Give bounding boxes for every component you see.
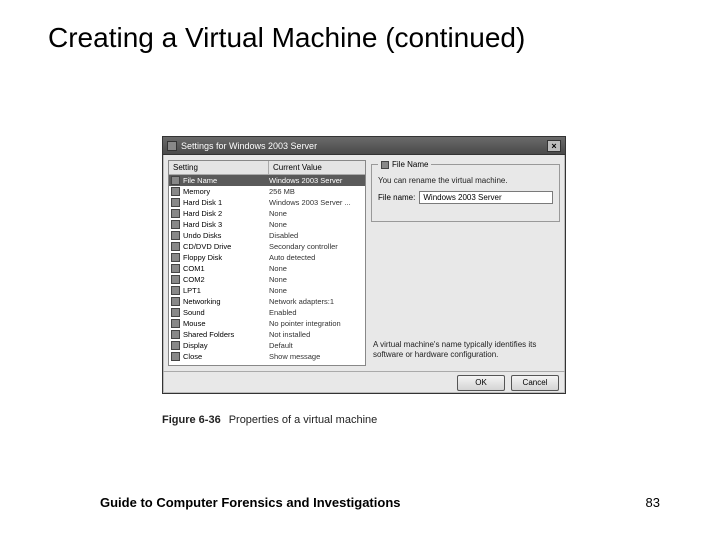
settings-row[interactable]: COM2None <box>169 274 365 285</box>
setting-value: Windows 2003 Server <box>269 175 363 186</box>
settings-row[interactable]: Hard Disk 1Windows 2003 Server ... <box>169 197 365 208</box>
setting-value: 256 MB <box>269 186 363 197</box>
filename-group: File Name You can rename the virtual mac… <box>371 164 560 222</box>
setting-name: Networking <box>183 296 269 307</box>
settings-dialog: Settings for Windows 2003 Server × Setti… <box>162 136 566 394</box>
settings-row[interactable]: SoundEnabled <box>169 307 365 318</box>
setting-name: Floppy Disk <box>183 252 269 263</box>
setting-name: Sound <box>183 307 269 318</box>
settings-row[interactable]: NetworkingNetwork adapters:1 <box>169 296 365 307</box>
cancel-button[interactable]: Cancel <box>511 375 559 391</box>
setting-name: LPT1 <box>183 285 269 296</box>
column-headers: Setting Current Value <box>169 161 365 175</box>
undo-icon <box>171 231 180 240</box>
close-icon <box>171 352 180 361</box>
settings-row[interactable]: LPT1None <box>169 285 365 296</box>
group-title: File Name <box>378 160 431 169</box>
setting-value: Auto detected <box>269 252 363 263</box>
disk-icon <box>171 220 180 229</box>
ok-button[interactable]: OK <box>457 375 505 391</box>
setting-value: None <box>269 263 363 274</box>
setting-name: COM2 <box>183 274 269 285</box>
settings-row[interactable]: Shared FoldersNot installed <box>169 329 365 340</box>
figure-label: Figure 6-36 <box>162 414 221 426</box>
display-icon <box>171 341 180 350</box>
column-setting[interactable]: Setting <box>169 161 269 174</box>
network-icon <box>171 297 180 306</box>
setting-name: Shared Folders <box>183 329 269 340</box>
mouse-icon <box>171 319 180 328</box>
setting-name: Display <box>183 340 269 351</box>
filename-input[interactable]: Windows 2003 Server <box>419 191 553 204</box>
setting-value: Default <box>269 340 363 351</box>
settings-row[interactable]: File NameWindows 2003 Server <box>169 175 365 186</box>
setting-name: Hard Disk 2 <box>183 208 269 219</box>
setting-name: Hard Disk 3 <box>183 219 269 230</box>
setting-value: None <box>269 285 363 296</box>
setting-value: Windows 2003 Server ... <box>269 197 363 208</box>
settings-row[interactable]: Hard Disk 3None <box>169 219 365 230</box>
setting-value: None <box>269 219 363 230</box>
group-description: You can rename the virtual machine. <box>378 176 553 185</box>
settings-row[interactable]: Undo DisksDisabled <box>169 230 365 241</box>
cd-icon <box>171 242 180 251</box>
sound-icon <box>171 308 180 317</box>
dialog-buttons: OK Cancel <box>163 371 565 395</box>
floppy-icon <box>171 253 180 262</box>
settings-row[interactable]: CD/DVD DriveSecondary controller <box>169 241 365 252</box>
setting-name: File Name <box>183 175 269 186</box>
close-button[interactable]: × <box>547 140 561 152</box>
setting-name: Hard Disk 1 <box>183 197 269 208</box>
figure-text: Properties of a virtual machine <box>229 414 378 426</box>
settings-row[interactable]: Memory256 MB <box>169 186 365 197</box>
folder-icon <box>171 330 180 339</box>
group-title-text: File Name <box>392 160 428 169</box>
footer-text: Guide to Computer Forensics and Investig… <box>100 495 401 510</box>
titlebar[interactable]: Settings for Windows 2003 Server × <box>163 137 565 155</box>
window-title: Settings for Windows 2003 Server <box>181 141 547 151</box>
app-icon <box>167 141 177 151</box>
details-panel: File Name You can rename the virtual mac… <box>371 160 560 366</box>
setting-value: Not installed <box>269 329 363 340</box>
disk-icon <box>171 209 180 218</box>
settings-list-panel: Setting Current Value File NameWindows 2… <box>168 160 366 366</box>
settings-row[interactable]: DisplayDefault <box>169 340 365 351</box>
column-value[interactable]: Current Value <box>269 161 365 174</box>
com-icon <box>171 275 180 284</box>
file-icon <box>381 161 389 169</box>
settings-row[interactable]: Floppy DiskAuto detected <box>169 252 365 263</box>
settings-row[interactable]: CloseShow message <box>169 351 365 362</box>
settings-row[interactable]: Hard Disk 2None <box>169 208 365 219</box>
slide-title: Creating a Virtual Machine (continued) <box>48 22 525 54</box>
filename-label: File name: <box>378 193 415 202</box>
disk-icon <box>171 198 180 207</box>
setting-name: CD/DVD Drive <box>183 241 269 252</box>
setting-value: Show message <box>269 351 363 362</box>
setting-name: Close <box>183 351 269 362</box>
setting-name: COM1 <box>183 263 269 274</box>
file-icon <box>171 176 180 185</box>
memory-icon <box>171 187 180 196</box>
setting-name: Memory <box>183 186 269 197</box>
page-number: 83 <box>646 495 660 510</box>
hint-text: A virtual machine's name typically ident… <box>371 338 560 366</box>
setting-value: Secondary controller <box>269 241 363 252</box>
setting-value: Network adapters:1 <box>269 296 363 307</box>
setting-name: Mouse <box>183 318 269 329</box>
setting-value: None <box>269 274 363 285</box>
setting-value: No pointer integration <box>269 318 363 329</box>
settings-row[interactable]: MouseNo pointer integration <box>169 318 365 329</box>
setting-value: None <box>269 208 363 219</box>
settings-row[interactable]: COM1None <box>169 263 365 274</box>
setting-value: Enabled <box>269 307 363 318</box>
setting-value: Disabled <box>269 230 363 241</box>
com-icon <box>171 264 180 273</box>
figure-caption: Figure 6-36 Properties of a virtual machi… <box>162 414 377 426</box>
settings-list[interactable]: File NameWindows 2003 ServerMemory256 MB… <box>169 175 365 365</box>
lpt-icon <box>171 286 180 295</box>
setting-name: Undo Disks <box>183 230 269 241</box>
